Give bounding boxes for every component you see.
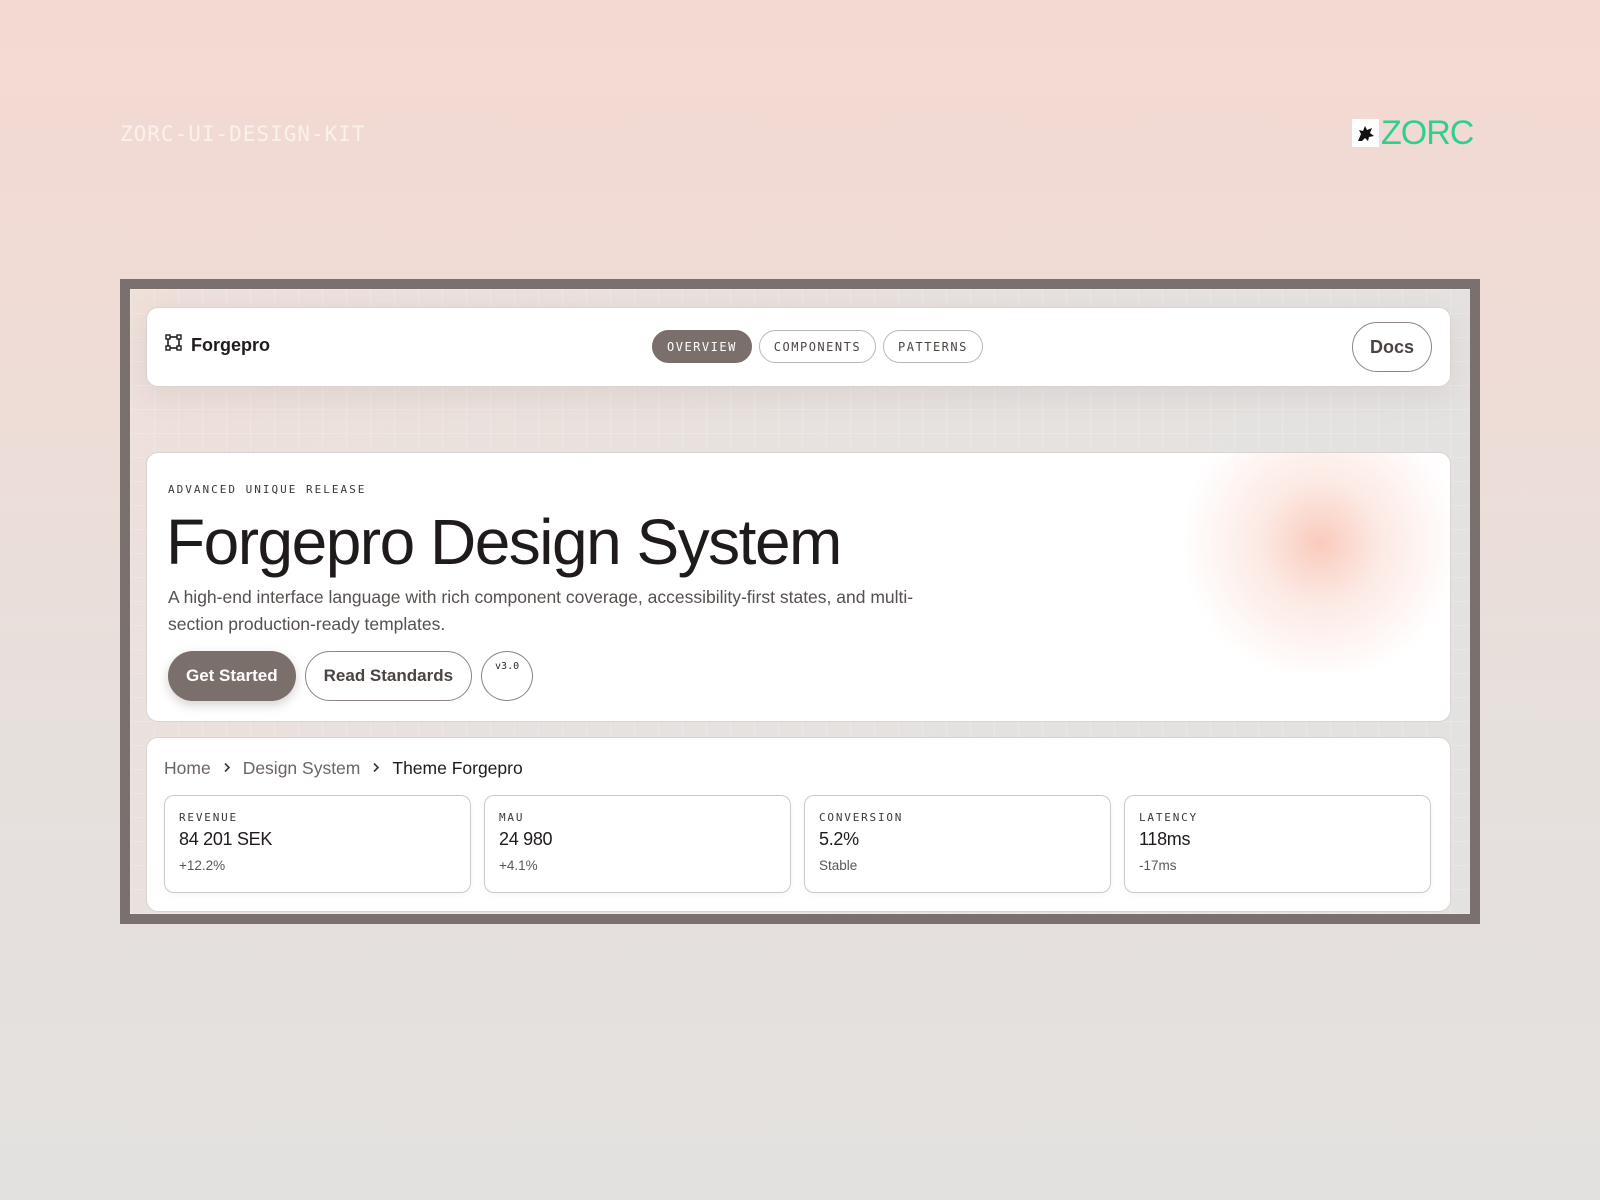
metric-delta: +4.1%	[499, 858, 538, 873]
metric-value: 5.2%	[819, 829, 859, 849]
metric-label: LATENCY	[1139, 811, 1198, 824]
metric-label: REVENUE	[179, 811, 238, 824]
hero-eyebrow: ADVANCED UNIQUE RELEASE	[168, 483, 367, 496]
tab-overview[interactable]: OVERVIEW	[652, 330, 752, 363]
read-standards-button[interactable]: Read Standards	[304, 651, 473, 701]
get-started-button[interactable]: Get Started	[168, 651, 296, 701]
metric-label: CONVERSION	[819, 811, 904, 824]
metric-delta: -17ms	[1139, 858, 1177, 873]
metric-card-mau: MAU 24 980 +4.1%	[484, 795, 791, 893]
zorc-logo: ZORC	[1352, 114, 1474, 152]
chevron-right-icon	[223, 760, 231, 777]
stats-card: Home Design System Theme Forgepro REVENU…	[146, 737, 1451, 912]
metric-value: 84 201 SEK	[179, 829, 273, 849]
metric-delta: +12.2%	[179, 858, 226, 873]
frame-nodes-icon	[165, 334, 182, 356]
wolf-logo-icon	[1352, 119, 1379, 147]
hero-title: Forgepro Design System	[166, 506, 842, 578]
hero-card: ADVANCED UNIQUE RELEASE Forgepro Design …	[146, 452, 1451, 722]
tab-patterns[interactable]: PATTERNS	[883, 330, 983, 363]
metric-card-revenue: REVENUE 84 201 SEK +12.2%	[164, 795, 471, 893]
breadcrumb-home[interactable]: Home	[164, 758, 211, 779]
chevron-right-icon	[372, 760, 380, 777]
metric-card-conversion: CONVERSION 5.2% Stable	[804, 795, 1111, 893]
version-badge: v3.0	[481, 651, 534, 701]
metric-label: MAU	[499, 811, 525, 824]
hero-actions: Get Started Read Standards v3.0	[168, 651, 534, 701]
breadcrumb: Home Design System Theme Forgepro	[164, 758, 523, 779]
kit-label: ZORC-UI-DESIGN-KIT	[120, 122, 366, 146]
tab-components[interactable]: COMPONENTS	[758, 330, 877, 363]
hero-glow-decoration	[1170, 453, 1450, 673]
top-navbar: Forgepro OVERVIEW COMPONENTS PATTERNS Do…	[146, 307, 1451, 387]
metric-card-latency: LATENCY 118ms -17ms	[1124, 795, 1431, 893]
metric-value: 118ms	[1139, 829, 1191, 849]
nav-tabs: OVERVIEW COMPONENTS PATTERNS	[652, 330, 983, 363]
metric-value: 24 980	[499, 829, 553, 849]
brand-name: ZORC	[1381, 114, 1474, 152]
breadcrumb-design-system[interactable]: Design System	[243, 758, 361, 779]
nav-brand-name: Forgepro	[191, 334, 270, 355]
hero-description: A high-end interface language with rich …	[168, 587, 914, 634]
nav-brand[interactable]: Forgepro	[165, 334, 270, 356]
breadcrumb-current: Theme Forgepro	[392, 758, 523, 778]
preview-frame: Forgepro OVERVIEW COMPONENTS PATTERNS Do…	[120, 279, 1480, 924]
metrics-row: REVENUE 84 201 SEK +12.2% MAU 24 980 +4.…	[164, 795, 1431, 893]
docs-button[interactable]: Docs	[1352, 322, 1432, 372]
metric-delta: Stable	[819, 858, 858, 873]
